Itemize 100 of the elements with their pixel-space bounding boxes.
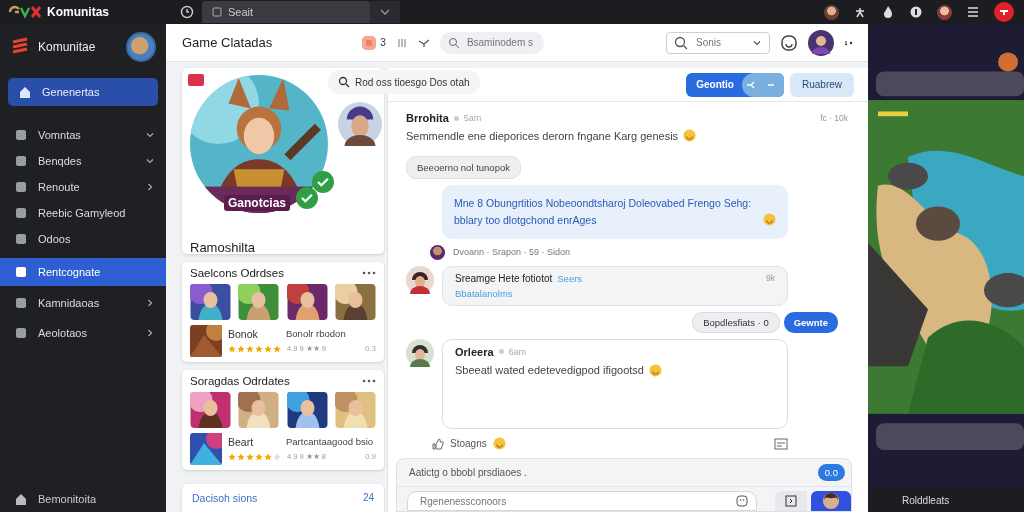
author-name: Orleera bbox=[455, 345, 494, 358]
nav-item[interactable]: Reebic Gamyleod bbox=[0, 200, 166, 226]
game-subtitle: Partcantaagood bsio bbox=[286, 437, 374, 447]
more-icon[interactable] bbox=[362, 270, 376, 275]
more-icon[interactable] bbox=[362, 378, 376, 383]
like-icon[interactable] bbox=[432, 437, 444, 450]
nav-item[interactable]: Odoos bbox=[0, 226, 166, 252]
square-icon bbox=[14, 326, 28, 340]
chevron-right-icon[interactable] bbox=[146, 329, 154, 337]
reply-chip[interactable]: Bopdlesfiats · 0 bbox=[692, 311, 780, 333]
emoji-icon[interactable] bbox=[736, 495, 748, 507]
square-icon bbox=[14, 180, 28, 194]
avatar[interactable] bbox=[824, 4, 839, 20]
home-icon bbox=[14, 492, 28, 506]
page-icon bbox=[212, 7, 222, 17]
game-title: Beart bbox=[228, 436, 255, 449]
square-icon bbox=[14, 232, 28, 246]
smiley-icon bbox=[763, 212, 776, 226]
notification-icon[interactable] bbox=[362, 35, 377, 50]
dot-icon bbox=[453, 115, 459, 121]
dot-icon bbox=[498, 349, 504, 355]
square-icon bbox=[14, 296, 28, 310]
reaction-label: Stoagns bbox=[450, 438, 487, 450]
smiley-icon bbox=[492, 437, 506, 451]
nav-item[interactable]: Vomntas bbox=[0, 122, 166, 148]
browser-tab[interactable]: Seait bbox=[202, 1, 370, 23]
message-text: Sreamge Hete fotiotot bbox=[455, 272, 553, 284]
status-label: Rolddleats bbox=[902, 494, 950, 506]
message-text: Semmendle ene dieporices derorn fngane Karg genesis bbox=[406, 129, 679, 142]
game-subtitle: Bonolr rbodon bbox=[286, 329, 346, 339]
message-meta: Dvoann · Srapon · 59 · Sidon bbox=[453, 247, 571, 258]
notification-count: 3 bbox=[380, 37, 386, 48]
avatar[interactable] bbox=[338, 102, 382, 146]
send-button[interactable]: Gewnte bbox=[783, 311, 838, 333]
section-title: Saelcons Odrdses bbox=[190, 266, 284, 279]
avatar[interactable] bbox=[126, 32, 156, 62]
profile-name: Ramoshilta bbox=[190, 240, 256, 255]
message-input[interactable]: Rgenenessconoors bbox=[418, 494, 736, 508]
timestamp: 6am bbox=[508, 346, 527, 357]
nav-button[interactable]: Genenertas bbox=[8, 78, 158, 106]
nav-item[interactable]: Benqdes bbox=[0, 148, 166, 174]
search-suggestion[interactable]: Rod oss tioesgo Dos otah bbox=[328, 70, 480, 94]
character-label: Ganotcias bbox=[224, 195, 291, 211]
user-avatar[interactable] bbox=[808, 29, 834, 56]
search-input[interactable]: Sonis bbox=[694, 36, 746, 49]
avatar-button[interactable] bbox=[811, 491, 851, 511]
square-icon bbox=[14, 128, 28, 142]
search-dropdown[interactable]: Sonis bbox=[666, 31, 770, 54]
composer-prompt: Aatictg o bbobl prsdiaoes . bbox=[409, 467, 527, 478]
search-icon bbox=[674, 35, 688, 50]
count-text: 0.9 bbox=[364, 452, 376, 462]
search-icon bbox=[338, 76, 350, 88]
game-title: Bonok bbox=[228, 328, 259, 341]
timestamp: 5am bbox=[463, 113, 482, 123]
community-name: Komunitae bbox=[38, 40, 97, 54]
avatar[interactable] bbox=[937, 4, 952, 20]
avatar bbox=[406, 265, 434, 294]
nav-item[interactable]: Kamnidaoas bbox=[0, 288, 166, 318]
square-icon bbox=[14, 154, 28, 168]
count-pill: 0.0 bbox=[817, 464, 845, 481]
message-meta: 9k bbox=[766, 273, 775, 284]
avatar bbox=[822, 492, 840, 510]
logo-icon bbox=[10, 37, 30, 57]
sticker-icon[interactable] bbox=[780, 33, 798, 52]
list-icon[interactable] bbox=[966, 5, 980, 19]
info-icon[interactable] bbox=[909, 5, 923, 19]
reply-chip[interactable]: Beeoerno nol tunopok bbox=[406, 156, 521, 179]
message-text: Mne 8 Obungrtitios Nobeoondtsharoj Doleovabed Frengo Sehg: bblary too dlotgchond enrAges bbox=[454, 196, 753, 228]
section-title: Soragdas Odrdates bbox=[190, 374, 290, 387]
share-icon bbox=[745, 79, 756, 90]
check-icon bbox=[296, 187, 318, 209]
history-icon[interactable] bbox=[180, 5, 194, 19]
toggle-button[interactable]: Geontio bbox=[686, 72, 784, 97]
author-name: Brrohita bbox=[406, 112, 449, 124]
secondary-button[interactable]: Ruabrew bbox=[789, 72, 854, 97]
nav-item[interactable]: Renoute bbox=[0, 174, 166, 200]
search-icon bbox=[447, 36, 460, 49]
chevron-down-icon[interactable] bbox=[146, 131, 154, 139]
chevron-down-icon[interactable] bbox=[146, 157, 154, 165]
record-icon[interactable] bbox=[994, 2, 1014, 22]
avatar bbox=[406, 338, 434, 367]
count-text: 0.3 bbox=[364, 344, 376, 354]
nav-item[interactable]: Bemonitoita bbox=[0, 492, 166, 506]
app-title: Komunitas bbox=[47, 5, 109, 19]
message-meta: fc · 10k bbox=[820, 113, 848, 123]
chevron-right-icon[interactable] bbox=[146, 299, 154, 307]
chevron-right-icon[interactable] bbox=[146, 183, 154, 191]
smiley-icon bbox=[683, 129, 697, 142]
logo-icon bbox=[8, 5, 42, 19]
message-field[interactable]: Rgenenessconoors bbox=[407, 491, 757, 511]
home-icon bbox=[18, 85, 32, 99]
play-icon bbox=[785, 495, 797, 507]
nav-item[interactable]: Aeolotaos bbox=[0, 318, 166, 348]
attach-button[interactable] bbox=[775, 491, 807, 511]
runner-icon[interactable] bbox=[853, 5, 867, 19]
message-text: Sbeeatl wated edetevedigpod ifigootsd bbox=[455, 364, 644, 377]
check-icon bbox=[312, 171, 334, 193]
link[interactable]: Dacisoh sions bbox=[192, 491, 258, 504]
smiley-icon bbox=[649, 363, 662, 377]
nav-item[interactable]: Rentcognate bbox=[0, 258, 166, 286]
